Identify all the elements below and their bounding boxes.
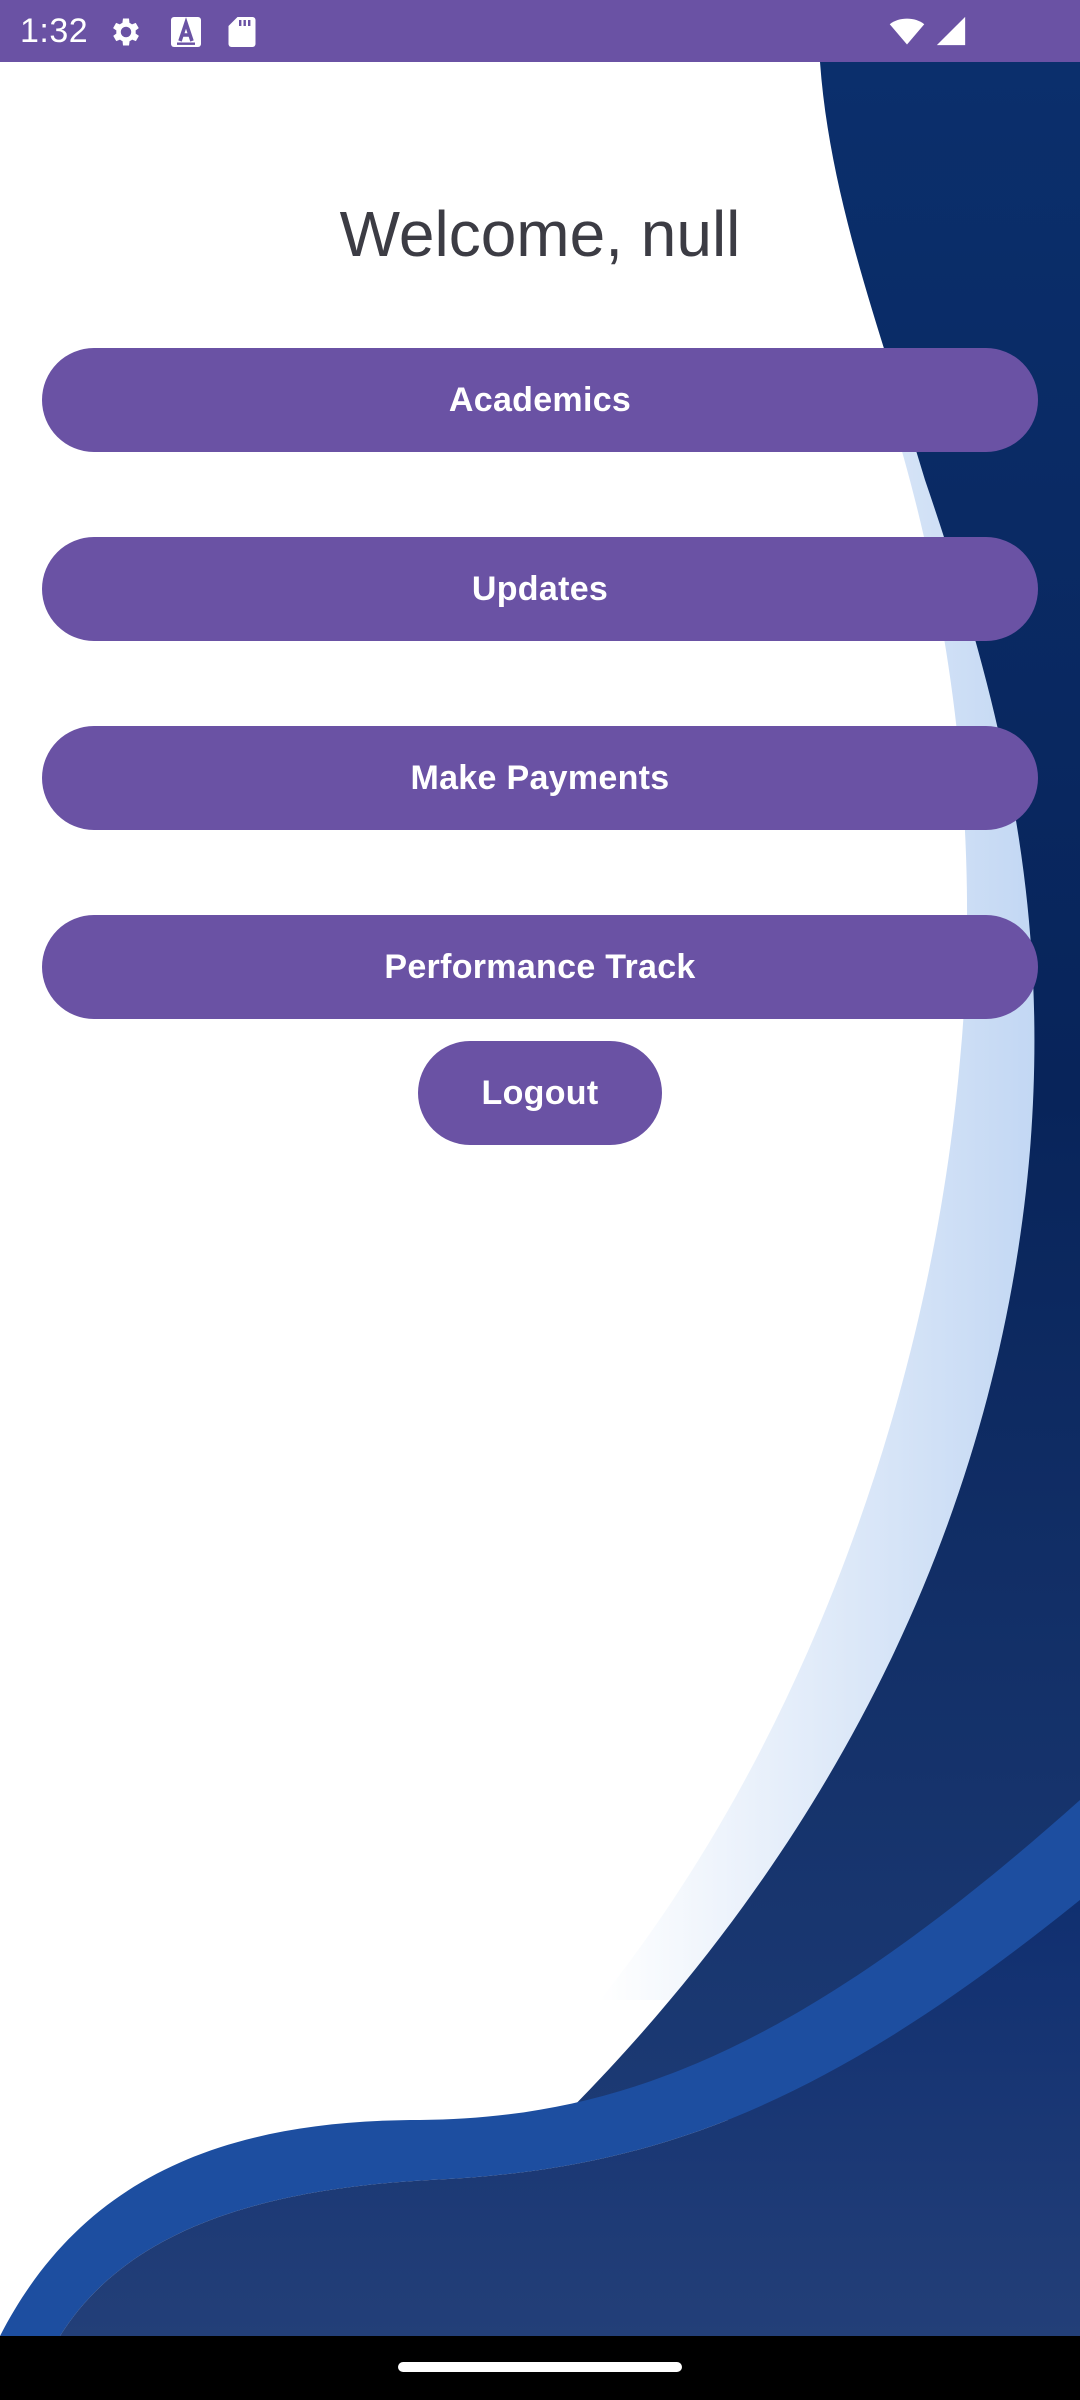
status-bar: 1:32 [0, 0, 1080, 62]
logout-button[interactable]: Logout [418, 1041, 662, 1145]
performance-track-button[interactable]: Performance Track [42, 915, 1038, 1019]
sd-card-icon [224, 14, 260, 50]
a-text-icon [168, 14, 204, 50]
home-gesture-handle[interactable] [398, 2362, 682, 2372]
navigation-bar [0, 2336, 1080, 2400]
welcome-title: Welcome, null [339, 198, 741, 270]
make-payments-button[interactable]: Make Payments [42, 726, 1038, 830]
updates-button[interactable]: Updates [42, 537, 1038, 641]
status-time: 1:32 [20, 12, 89, 50]
academics-button[interactable]: Academics [42, 348, 1038, 452]
gear-icon [108, 14, 144, 50]
cell-signal-icon [934, 13, 968, 49]
home-screen: 1:32 Welcome, null Academics Updates Mak… [0, 0, 1080, 2400]
wifi-icon [888, 13, 926, 49]
